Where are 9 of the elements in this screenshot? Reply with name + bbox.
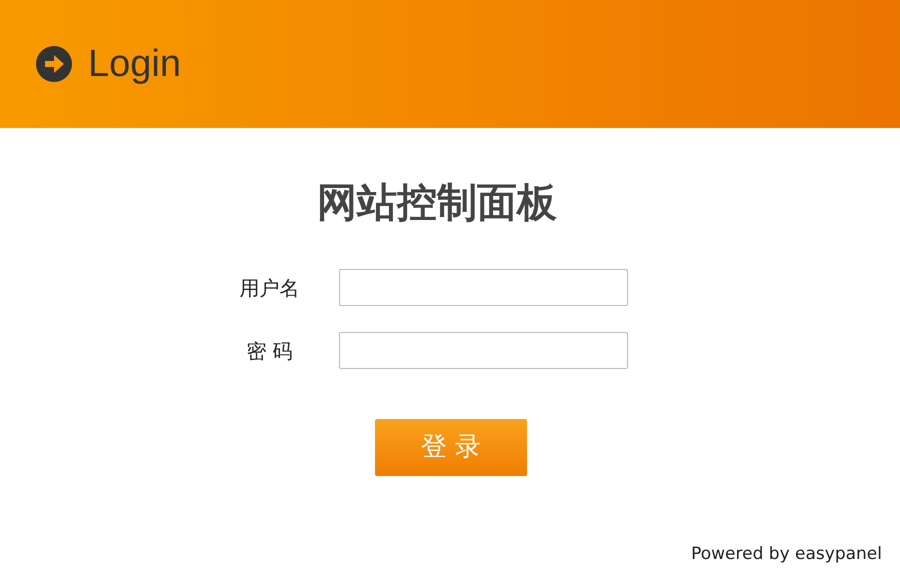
field-label: 密 码 (245, 338, 294, 364)
header-title: Login (88, 42, 181, 86)
footer-text: Powered by easypanel (691, 542, 882, 566)
panel-title: 网站控制面板 (317, 179, 557, 228)
login-button[interactable]: 登 录 (375, 419, 527, 476)
input-field[interactable] (338, 269, 628, 306)
field-label: 用户名 (238, 274, 300, 302)
arrow-circle-icon (36, 46, 72, 82)
input-field[interactable] (338, 332, 628, 369)
